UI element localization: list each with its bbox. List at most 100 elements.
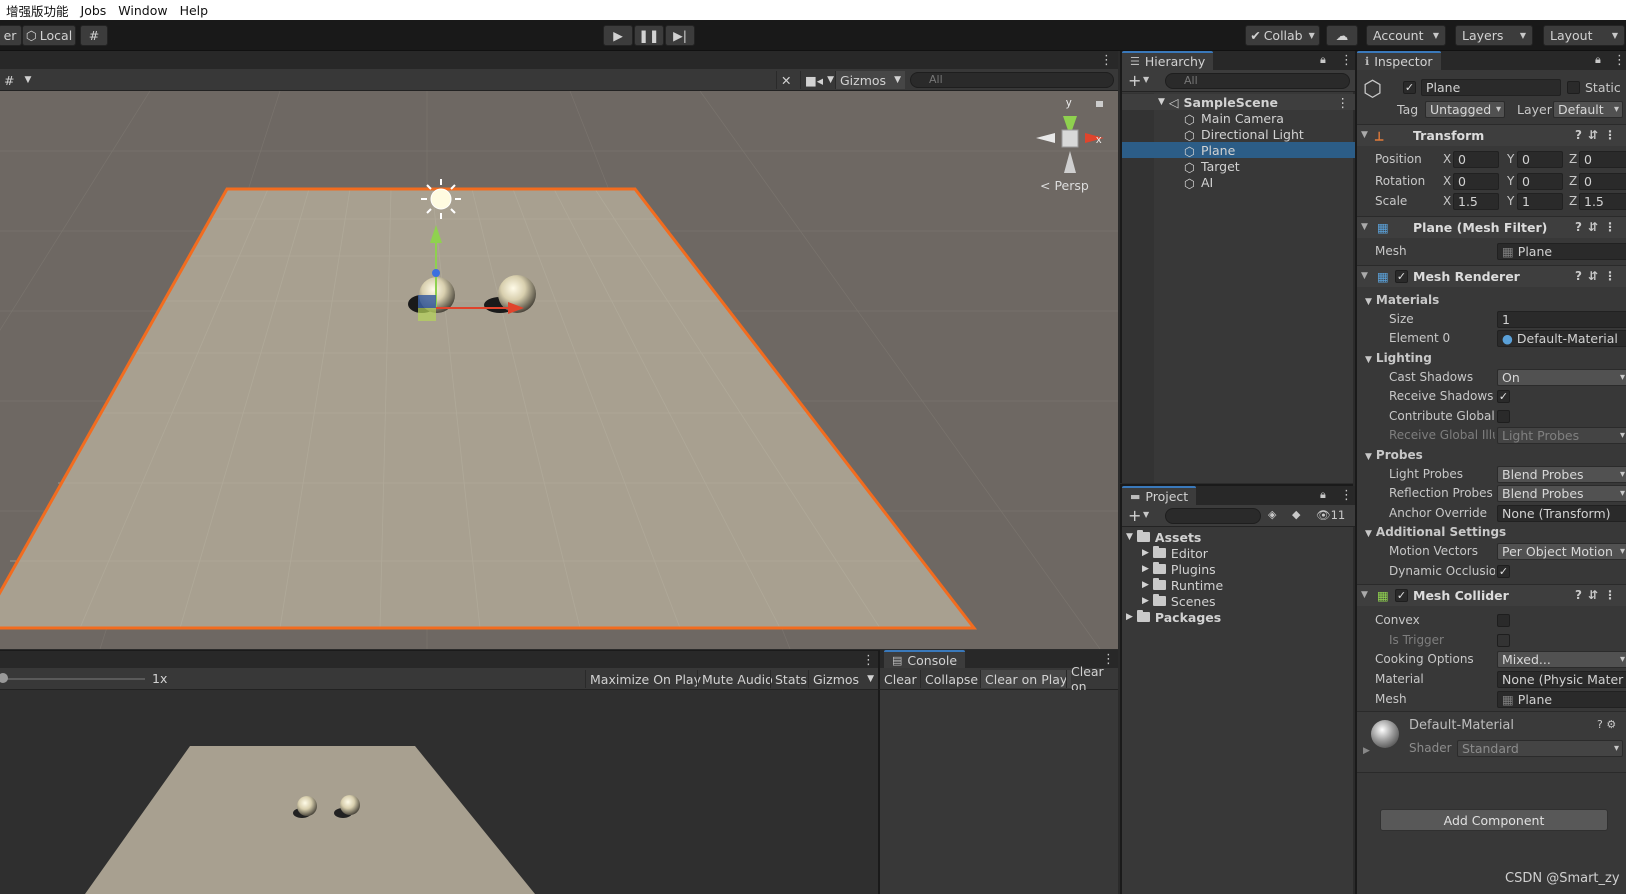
fold-icon[interactable]: ▶	[1142, 548, 1149, 558]
tab-hierarchy[interactable]: ☰ Hierarchy	[1122, 51, 1214, 70]
scale-slider[interactable]	[0, 678, 145, 680]
position-y-field[interactable]: 0	[1517, 151, 1563, 168]
cast-shadows-dropdown[interactable]: On	[1497, 369, 1626, 386]
project-folder-plugins[interactable]: ▶ Plugins	[1142, 561, 1216, 577]
project-folder-editor[interactable]: ▶ Editor	[1142, 545, 1208, 561]
active-checkbox[interactable]: ✓	[1403, 81, 1416, 94]
project-folder-packages[interactable]: ▶ Packages	[1126, 609, 1221, 625]
grid-snap-button[interactable]: #	[80, 25, 108, 46]
gameobject-icon[interactable]: ⬡	[1363, 77, 1382, 102]
additional-settings-foldout[interactable]: ▼ Additional Settings	[1365, 525, 1506, 539]
game-gizmos-dropdown[interactable]: Gizmos ▼	[808, 670, 878, 688]
console-clear-on-play-toggle[interactable]: Clear on Play	[980, 670, 1072, 688]
hierarchy-item-ai[interactable]: ⬡ AI	[1122, 174, 1355, 192]
play-button[interactable]: ▶	[603, 25, 633, 46]
hierarchy-item-plane[interactable]: ⬡ Plane	[1122, 142, 1355, 159]
tab-console[interactable]: ▤ Console	[884, 650, 966, 669]
console-clear-button[interactable]: Clear	[880, 670, 921, 688]
scale-y-field[interactable]: 1	[1517, 193, 1563, 210]
cloud-button[interactable]: ☁	[1326, 25, 1358, 46]
rotation-x-field[interactable]: 0	[1453, 173, 1499, 190]
fold-icon[interactable]: ▼	[1361, 271, 1368, 281]
fold-icon[interactable]: ▶	[1142, 564, 1149, 574]
scale-z-field[interactable]: 1.5	[1579, 193, 1626, 210]
motion-vectors-dropdown[interactable]: Per Object Motion	[1497, 543, 1626, 560]
contribute-gi-checkbox[interactable]	[1497, 410, 1510, 423]
directional-light-gizmo[interactable]	[421, 179, 461, 219]
project-search-input[interactable]	[1165, 508, 1261, 524]
rotation-z-field[interactable]: 0	[1579, 173, 1626, 190]
maximize-on-play-toggle[interactable]: Maximize On Play	[585, 670, 705, 688]
receive-shadows-checkbox[interactable]: ✓	[1497, 390, 1510, 403]
scene-tools-button[interactable]: ✕	[776, 71, 795, 89]
account-dropdown[interactable]: Account ▼	[1366, 25, 1446, 46]
project-folder-scenes[interactable]: ▶ Scenes	[1142, 593, 1216, 609]
mesh-filter-component-header[interactable]: ▼ ▦ Plane (Mesh Filter) ?⇵⋮	[1357, 216, 1626, 238]
scale-x-field[interactable]: 1.5	[1453, 193, 1499, 210]
layers-dropdown[interactable]: Layers ▼	[1455, 25, 1533, 46]
local-toggle[interactable]: ⬡ Local	[22, 25, 76, 46]
fold-icon[interactable]: ▼	[1158, 97, 1165, 107]
element0-object-field[interactable]: ● Default-Material	[1497, 330, 1626, 347]
chevron-down-icon[interactable]: ▼	[1143, 510, 1149, 519]
fold-icon[interactable]: ▶	[1142, 580, 1149, 590]
add-component-button[interactable]: Add Component	[1380, 809, 1608, 831]
persp-label[interactable]: < Persp	[1040, 178, 1089, 193]
component-menu-icons[interactable]: ?⇵⋮	[1575, 588, 1622, 602]
anchor-override-field[interactable]: None (Transform)	[1497, 505, 1626, 522]
game-viewport[interactable]	[0, 690, 878, 894]
fold-icon[interactable]: ▶	[1126, 612, 1133, 622]
kebab-icon[interactable]: ⋮	[1340, 488, 1353, 503]
scene-gizmos-dropdown[interactable]: Gizmos ▼	[835, 71, 905, 89]
project-folder-runtime[interactable]: ▶ Runtime	[1142, 577, 1223, 593]
tab-project[interactable]: ▬ Project	[1122, 486, 1197, 505]
mesh-renderer-component-header[interactable]: ▼ ▦ ✓ Mesh Renderer ?⇵⋮	[1357, 265, 1626, 287]
transform-component-header[interactable]: ▼ ⟂ Transform ?⇵⋮	[1357, 124, 1626, 146]
hierarchy-item-target[interactable]: ⬡ Target	[1122, 158, 1355, 176]
kebab-icon[interactable]: ⋮	[862, 653, 875, 668]
position-x-field[interactable]: 0	[1453, 151, 1499, 168]
menu-item-enhanced[interactable]: 增强版功能	[0, 1, 75, 20]
project-folder-assets[interactable]: ▼ Assets	[1126, 529, 1201, 545]
hierarchy-item-directional-light[interactable]: ⬡ Directional Light	[1122, 126, 1355, 144]
fold-icon[interactable]: ▼	[1361, 590, 1368, 600]
light-probes-dropdown[interactable]: Blend Probes	[1497, 466, 1626, 483]
convex-checkbox[interactable]	[1497, 614, 1510, 627]
pivot-toggle[interactable]: er	[0, 25, 22, 46]
kebab-icon[interactable]: ⋮	[1613, 53, 1626, 68]
collab-dropdown[interactable]: ✔ Collab ▼	[1245, 25, 1320, 46]
fold-icon[interactable]: ▶	[1142, 596, 1149, 606]
menu-item-jobs[interactable]: Jobs	[75, 3, 113, 18]
scene-viewport[interactable]: y x < Persp	[0, 91, 1118, 649]
lock-icon[interactable]: 🔒︎	[1320, 53, 1326, 67]
probes-foldout[interactable]: ▼ Probes	[1365, 448, 1423, 462]
scene-search-input[interactable]: All	[910, 72, 1114, 88]
materials-foldout[interactable]: ▼ Materials	[1365, 293, 1439, 307]
draw-mode-dropdown[interactable]: # ▼	[0, 71, 35, 89]
fold-icon[interactable]: ▼	[1361, 130, 1368, 140]
mute-audio-toggle[interactable]: Mute Audio	[697, 670, 777, 688]
add-icon[interactable]: +	[1128, 506, 1141, 525]
cooking-options-dropdown[interactable]: Mixed...	[1497, 651, 1626, 668]
collider-mesh-field[interactable]: ▦ Plane	[1497, 691, 1626, 708]
lock-icon[interactable]: 🔒︎	[1320, 488, 1326, 502]
menu-item-help[interactable]: Help	[174, 3, 215, 18]
console-clear-on-toggle[interactable]: Clear on	[1066, 664, 1118, 694]
component-menu-icons[interactable]: ?⇵⋮	[1575, 128, 1622, 142]
material-menu-icons[interactable]: ? ⚙	[1597, 718, 1616, 731]
kebab-icon[interactable]: ⋮	[1340, 53, 1353, 68]
static-checkbox[interactable]	[1567, 81, 1580, 94]
layer-dropdown[interactable]: Default	[1553, 101, 1623, 118]
kebab-icon[interactable]: ⋮	[1100, 53, 1113, 68]
kebab-icon[interactable]: ⋮	[1337, 95, 1350, 110]
mesh-renderer-enabled-checkbox[interactable]: ✓	[1395, 270, 1408, 283]
component-menu-icons[interactable]: ?⇵⋮	[1575, 269, 1622, 283]
reflection-probes-dropdown[interactable]: Blend Probes	[1497, 485, 1626, 502]
fold-icon[interactable]: ▼	[1361, 222, 1368, 232]
hidden-packages-toggle[interactable]: 👁︎11	[1316, 508, 1345, 522]
chevron-down-icon[interactable]: ▼	[1143, 75, 1149, 84]
lock-icon[interactable]	[1096, 101, 1103, 107]
hierarchy-search-input[interactable]: All	[1165, 73, 1350, 89]
console-log[interactable]	[878, 690, 1118, 894]
mesh-collider-enabled-checkbox[interactable]: ✓	[1395, 589, 1408, 602]
